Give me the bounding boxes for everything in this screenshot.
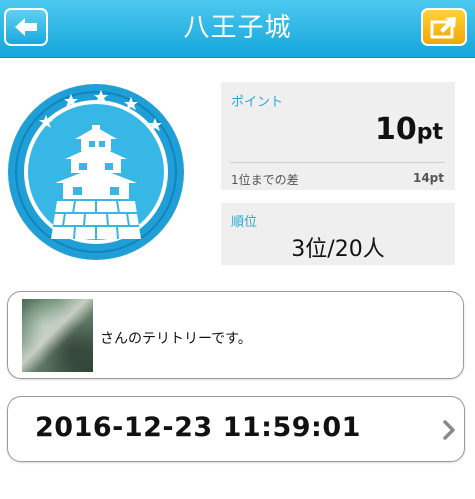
share-arrow-icon [430, 17, 456, 39]
points-number: 10 [374, 112, 417, 147]
diff-label: 1位までの差 [231, 173, 299, 187]
rank-label: 順位 [231, 215, 258, 230]
top-bar: 八王子城 [0, 0, 475, 58]
territory-card[interactable]: さんのテリトリーです。 [7, 291, 464, 379]
share-button[interactable] [421, 8, 467, 46]
territory-text: さんのテリトリーです。 [100, 331, 252, 347]
rank-value: 3位/20人 [291, 237, 385, 262]
points-label: ポイント [231, 95, 284, 110]
points-unit: pt [416, 120, 443, 145]
castle-emblem-icon [8, 84, 184, 260]
datetime-value: 2016-12-23 11:59:01 [35, 412, 361, 443]
points-panel: ポイント 10pt 1位までの差 14pt [221, 82, 455, 190]
chevron-right-icon [443, 420, 455, 440]
points-value: 10pt [375, 112, 443, 147]
page-title: 八王子城 [183, 13, 292, 43]
divider [230, 162, 445, 163]
owner-avatar[interactable] [22, 299, 93, 372]
rank-panel: 順位 3位/20人 [221, 203, 455, 265]
datetime-card[interactable]: 2016-12-23 11:59:01 [7, 396, 465, 462]
diff-value: 14pt [412, 171, 444, 185]
